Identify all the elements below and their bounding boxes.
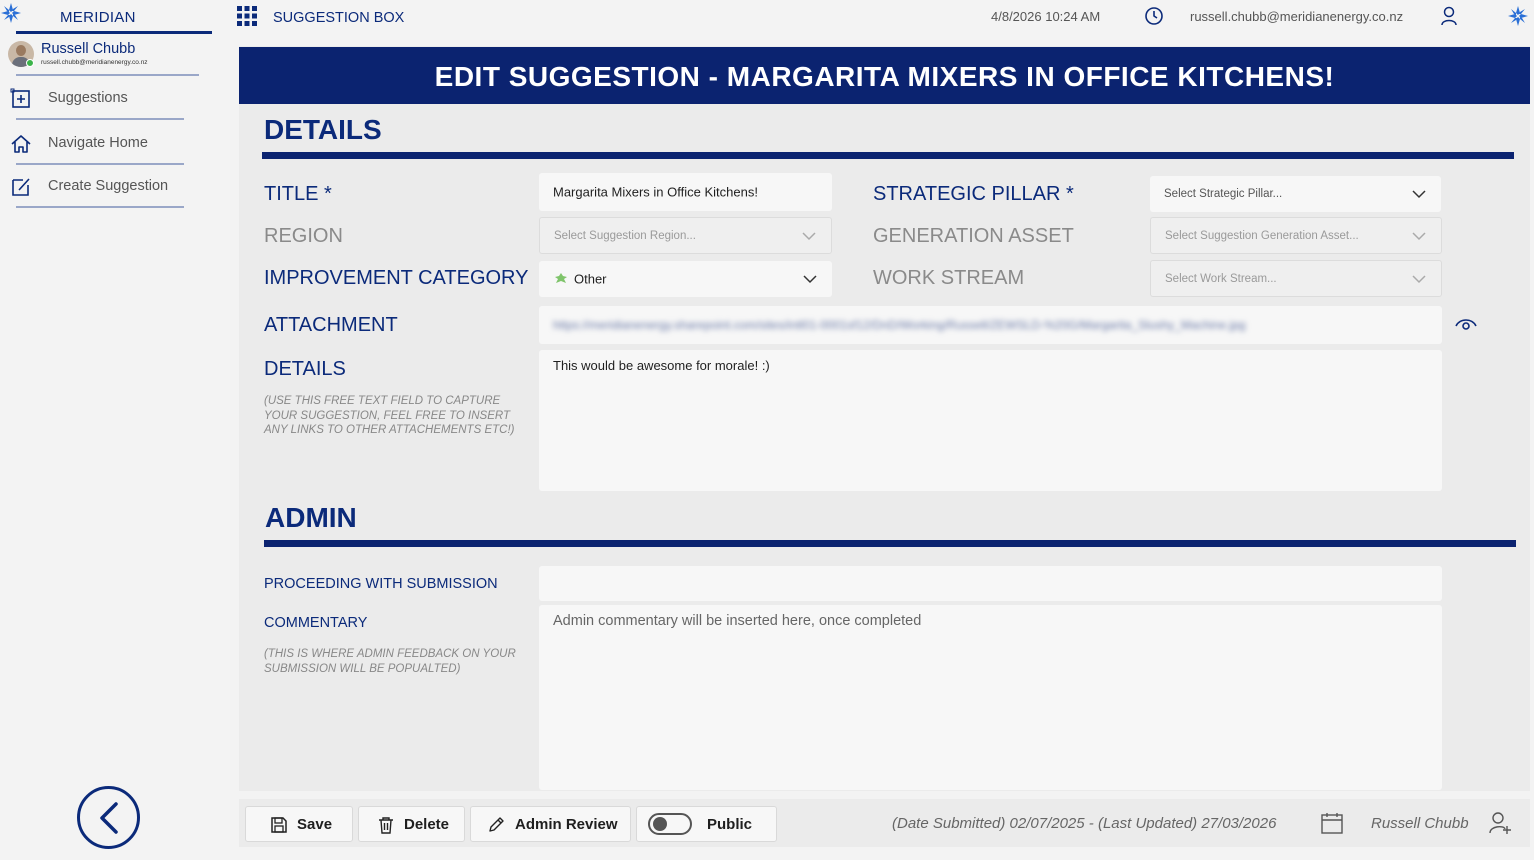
details-section-title: DETAILS (264, 114, 382, 145)
current-datetime: 4/8/2026 10:24 AM (991, 9, 1101, 24)
sidebar-item-navigate-home[interactable]: Navigate Home (0, 131, 200, 171)
save-button[interactable]: Save (245, 806, 353, 842)
page-title: EDIT SUGGESTION - MARGARITA MIXERS IN OF… (434, 61, 1335, 92)
sidebar-divider (16, 206, 184, 208)
commentary-placeholder: Admin commentary will be inserted here, … (553, 613, 922, 629)
public-toggle[interactable] (648, 813, 692, 835)
submitted-by: Russell Chubb (1371, 815, 1469, 832)
user-email: russell.chubb@meridianenergy.co.nz (41, 59, 148, 66)
admin-review-label: Admin Review (515, 816, 618, 833)
save-icon (271, 817, 287, 833)
attachment-input[interactable]: https://meridianenergy.sharepoint.com/si… (539, 306, 1442, 344)
chevron-down-icon (1412, 274, 1426, 283)
delete-label: Delete (404, 816, 450, 833)
chevron-down-icon (802, 231, 816, 240)
eye-icon[interactable] (1454, 316, 1478, 332)
sidebar-item-label: Navigate Home (48, 135, 148, 151)
generation-asset-dropdown[interactable]: Select Suggestion Generation Asset... (1150, 217, 1442, 254)
app-launcher-icon[interactable] (237, 6, 257, 26)
calendar-icon (1321, 813, 1343, 834)
clock-icon (1145, 7, 1163, 25)
chevron-down-icon (1412, 231, 1426, 240)
chevron-down-icon (1412, 190, 1426, 199)
strategic-pillar-label: STRATEGIC PILLAR * (873, 183, 1074, 205)
improvement-category-label: IMPROVEMENT CATEGORY (264, 267, 529, 289)
user-name: Russell Chubb (41, 41, 136, 57)
add-square-icon (10, 88, 30, 108)
sidebar-divider (16, 163, 184, 165)
admin-review-button[interactable]: Admin Review (470, 806, 631, 842)
admin-section-title: ADMIN (265, 502, 357, 533)
attachment-url: https://meridianenergy.sharepoint.com/si… (553, 318, 1246, 332)
sidebar-item-create-suggestion[interactable]: Create Suggestion (0, 174, 200, 214)
app-title: SUGGESTION BOX (273, 10, 405, 26)
details-section-divider (262, 152, 1514, 159)
home-icon (11, 135, 31, 153)
region-placeholder: Select Suggestion Region... (554, 229, 696, 242)
details-label: DETAILS (264, 358, 346, 380)
work-stream-label: WORK STREAM (873, 267, 1025, 289)
sidebar-divider (16, 118, 184, 120)
edit-icon (12, 178, 30, 196)
region-label: REGION (264, 225, 343, 247)
delete-button[interactable]: Delete (358, 806, 465, 842)
puzzle-icon (555, 273, 567, 283)
work-stream-placeholder: Select Work Stream... (1165, 272, 1277, 285)
submission-dates: (Date Submitted) 02/07/2025 - (Last Upda… (892, 815, 1277, 832)
commentary-textarea: Admin commentary will be inserted here, … (539, 605, 1442, 790)
presence-indicator (26, 59, 34, 67)
sidebar-item-label: Create Suggestion (48, 178, 169, 194)
admin-section-divider (264, 540, 1516, 547)
sidebar-item-label: Suggestions (48, 90, 128, 106)
toggle-knob (653, 817, 667, 831)
region-dropdown[interactable]: Select Suggestion Region... (539, 217, 832, 254)
trash-icon (379, 817, 393, 834)
meridian-logo-icon (1508, 6, 1528, 26)
details-textarea[interactable]: This would be awesome for morale! :) (539, 350, 1442, 491)
chevron-left-icon (100, 802, 118, 834)
work-stream-dropdown[interactable]: Select Work Stream... (1150, 260, 1442, 297)
user-divider (16, 74, 199, 76)
brand-underline (16, 31, 212, 34)
meridian-logo-icon (1, 3, 21, 23)
top-bar: SUGGESTION BOX 4/8/2026 10:24 AM russell… (224, 0, 1534, 36)
brand-name: MERIDIAN (60, 9, 136, 26)
attachment-label: ATTACHMENT (264, 314, 398, 336)
generation-asset-placeholder: Select Suggestion Generation Asset... (1165, 229, 1359, 242)
commentary-hint: (THIS IS WHERE ADMIN FEEDBACK ON YOUR SU… (264, 648, 516, 675)
title-input[interactable]: Margarita Mixers in Office Kitchens! (539, 173, 832, 211)
back-button[interactable] (77, 786, 140, 849)
sidebar: MERIDIAN Russell Chubb russell.chubb@mer… (0, 0, 224, 860)
public-label: Public (707, 816, 753, 833)
title-label: TITLE * (264, 183, 332, 205)
user-email-top: russell.chubb@meridianenergy.co.nz (1190, 9, 1404, 24)
commentary-label: COMMENTARY (264, 615, 368, 631)
improvement-category-dropdown[interactable]: Other (539, 261, 832, 297)
chevron-down-icon (803, 275, 817, 284)
improvement-category-value: Other (574, 271, 607, 287)
save-label: Save (297, 816, 333, 833)
person-icon[interactable] (1440, 6, 1458, 26)
pencil-icon (489, 817, 504, 832)
page-banner: EDIT SUGGESTION - MARGARITA MIXERS IN OF… (239, 47, 1530, 104)
strategic-pillar-placeholder: Select Strategic Pillar... (1164, 188, 1283, 200)
generation-asset-label: GENERATION ASSET (873, 225, 1074, 247)
strategic-pillar-dropdown[interactable]: Select Strategic Pillar... (1150, 176, 1441, 212)
proceeding-field (539, 566, 1442, 601)
person-add-icon (1489, 812, 1511, 834)
title-value: Margarita Mixers in Office Kitchens! (553, 184, 758, 200)
proceeding-label: PROCEEDING WITH SUBMISSION (264, 576, 498, 592)
details-value: This would be awesome for morale! :) (553, 358, 770, 373)
sidebar-item-suggestions[interactable]: Suggestions (0, 86, 200, 126)
details-hint: (USE THIS FREE TEXT FIELD TO CAPTURE YOU… (264, 395, 515, 436)
